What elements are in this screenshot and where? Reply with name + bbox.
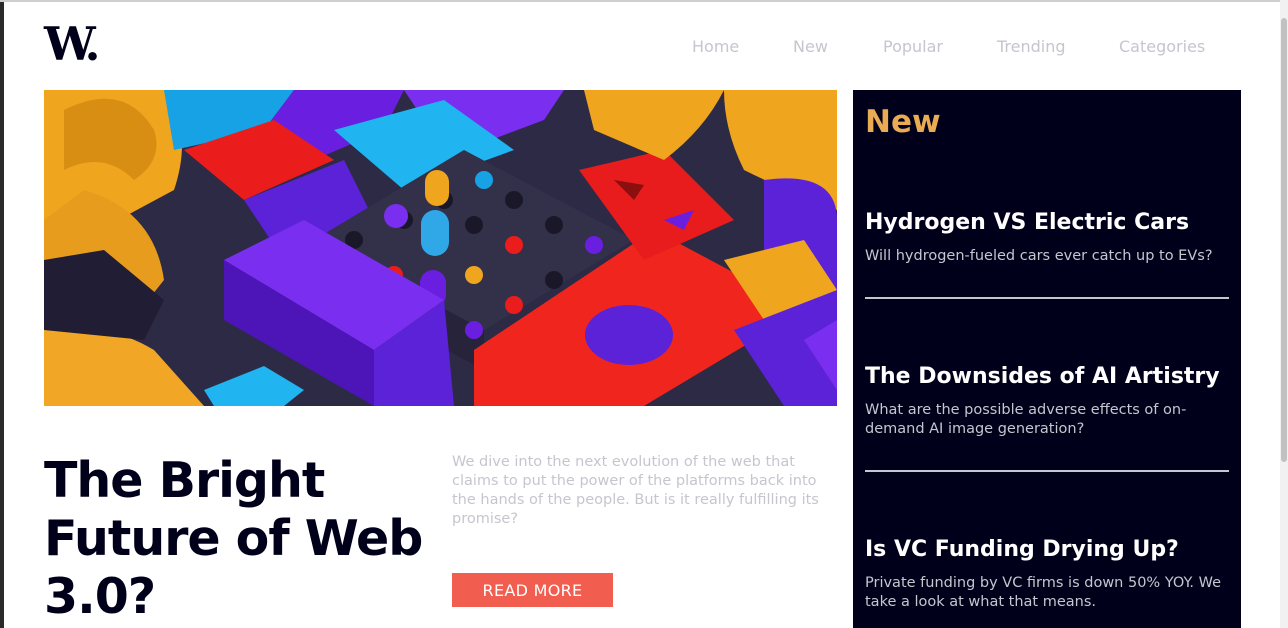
hero-description: We dive into the next evolution of the w… — [452, 454, 819, 527]
article-title[interactable]: Is VC Funding Drying Up? — [865, 537, 1179, 562]
new-articles-panel: New Hydrogen VS Electric Cars Will hydro… — [853, 90, 1241, 628]
article-title[interactable]: Hydrogen VS Electric Cars — [865, 210, 1189, 235]
article-divider — [865, 297, 1229, 299]
article-divider — [865, 470, 1229, 472]
article-summary: Private funding by VC firms is down 50% … — [865, 575, 1222, 610]
nav-trending[interactable]: Trending — [997, 37, 1066, 56]
main-nav: Home New Popular Trending Categories — [4, 37, 1280, 59]
hero-title: The Bright Future of Web 3.0? — [44, 452, 423, 625]
new-panel-heading: New — [865, 104, 941, 140]
page: W. Home New Popular Trending Categories — [4, 2, 1280, 628]
article-summary: Will hydrogen-fueled cars ever catch up … — [865, 248, 1213, 264]
read-more-button[interactable]: READ MORE — [452, 573, 613, 607]
hero-image — [44, 90, 837, 406]
scrollbar-thumb[interactable] — [1281, 18, 1287, 462]
nav-categories[interactable]: Categories — [1119, 37, 1205, 56]
nav-new[interactable]: New — [793, 37, 828, 56]
article-title[interactable]: The Downsides of AI Artistry — [865, 364, 1220, 389]
article-summary: What are the possible adverse effects of… — [865, 402, 1187, 437]
nav-home[interactable]: Home — [692, 37, 739, 56]
vertical-scrollbar[interactable] — [1280, 0, 1288, 628]
nav-popular[interactable]: Popular — [883, 37, 943, 56]
